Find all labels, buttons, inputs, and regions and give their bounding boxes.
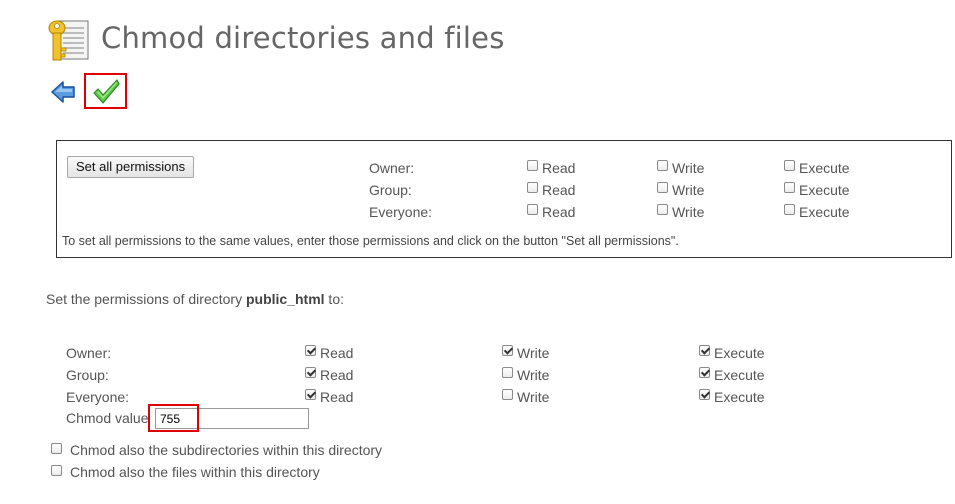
read-label: Read bbox=[542, 204, 576, 220]
chmod-files-label: Chmod also the files within this directo… bbox=[70, 464, 320, 480]
setall-everyone-execute-checkbox[interactable] bbox=[784, 204, 795, 215]
back-button[interactable] bbox=[49, 78, 77, 106]
setall-owner-execute-checkbox[interactable] bbox=[784, 160, 795, 171]
chmod-files-checkbox[interactable] bbox=[51, 465, 62, 476]
setall-group-execute-checkbox[interactable] bbox=[784, 182, 795, 193]
everyone-write-checkbox[interactable] bbox=[502, 389, 513, 400]
everyone-label: Everyone: bbox=[369, 204, 433, 220]
group-read-checkbox[interactable] bbox=[305, 367, 316, 378]
write-label: Write bbox=[517, 367, 550, 383]
set-all-permissions-panel: Set all permissions Owner: Read Write Ex… bbox=[56, 140, 952, 258]
read-label: Read bbox=[320, 345, 354, 361]
write-label: Write bbox=[672, 160, 705, 176]
checkmark-icon bbox=[93, 79, 120, 104]
read-label: Read bbox=[320, 367, 354, 383]
everyone-read-checkbox[interactable] bbox=[305, 389, 316, 400]
directory-permissions-heading: Set the permissions of directory public_… bbox=[46, 291, 345, 307]
chmod-subdirectories-label: Chmod also the subdirectories within thi… bbox=[70, 442, 383, 458]
group-write-checkbox[interactable] bbox=[502, 367, 513, 378]
execute-label: Execute bbox=[799, 204, 850, 220]
execute-label: Execute bbox=[714, 389, 765, 405]
submit-button[interactable] bbox=[84, 73, 127, 109]
write-label: Write bbox=[672, 182, 705, 198]
write-label: Write bbox=[517, 345, 550, 361]
read-label: Read bbox=[320, 389, 354, 405]
setall-everyone-read-checkbox[interactable] bbox=[527, 204, 538, 215]
write-label: Write bbox=[672, 204, 705, 220]
read-label: Read bbox=[542, 160, 576, 176]
owner-write-checkbox[interactable] bbox=[502, 345, 513, 356]
page-title: Chmod directories and files bbox=[101, 21, 505, 55]
everyone-execute-checkbox[interactable] bbox=[699, 389, 710, 400]
set-all-permissions-button[interactable]: Set all permissions bbox=[67, 156, 195, 178]
owner-label: Owner: bbox=[369, 160, 415, 176]
key-document-icon bbox=[46, 18, 92, 64]
group-execute-checkbox[interactable] bbox=[699, 367, 710, 378]
owner-read-checkbox[interactable] bbox=[305, 345, 316, 356]
chmod-value-label: Chmod value bbox=[66, 410, 149, 426]
setall-owner-write-checkbox[interactable] bbox=[657, 160, 668, 171]
chmod-value-input[interactable] bbox=[155, 408, 309, 429]
group-label: Group: bbox=[66, 367, 109, 383]
owner-execute-checkbox[interactable] bbox=[699, 345, 710, 356]
read-label: Read bbox=[542, 182, 576, 198]
execute-label: Execute bbox=[714, 367, 765, 383]
setall-owner-read-checkbox[interactable] bbox=[527, 160, 538, 171]
setall-group-read-checkbox[interactable] bbox=[527, 182, 538, 193]
back-arrow-icon bbox=[51, 81, 75, 103]
execute-label: Execute bbox=[799, 182, 850, 198]
write-label: Write bbox=[517, 389, 550, 405]
group-label: Group: bbox=[369, 182, 412, 198]
directory-name: public_html bbox=[245, 291, 325, 307]
everyone-label: Everyone: bbox=[66, 389, 130, 405]
set-all-hint: To set all permissions to the same value… bbox=[62, 234, 679, 248]
setall-everyone-write-checkbox[interactable] bbox=[657, 204, 668, 215]
execute-label: Execute bbox=[714, 345, 765, 361]
execute-label: Execute bbox=[799, 160, 850, 176]
chmod-subdirectories-checkbox[interactable] bbox=[51, 443, 62, 454]
owner-label: Owner: bbox=[66, 345, 112, 361]
setall-group-write-checkbox[interactable] bbox=[657, 182, 668, 193]
